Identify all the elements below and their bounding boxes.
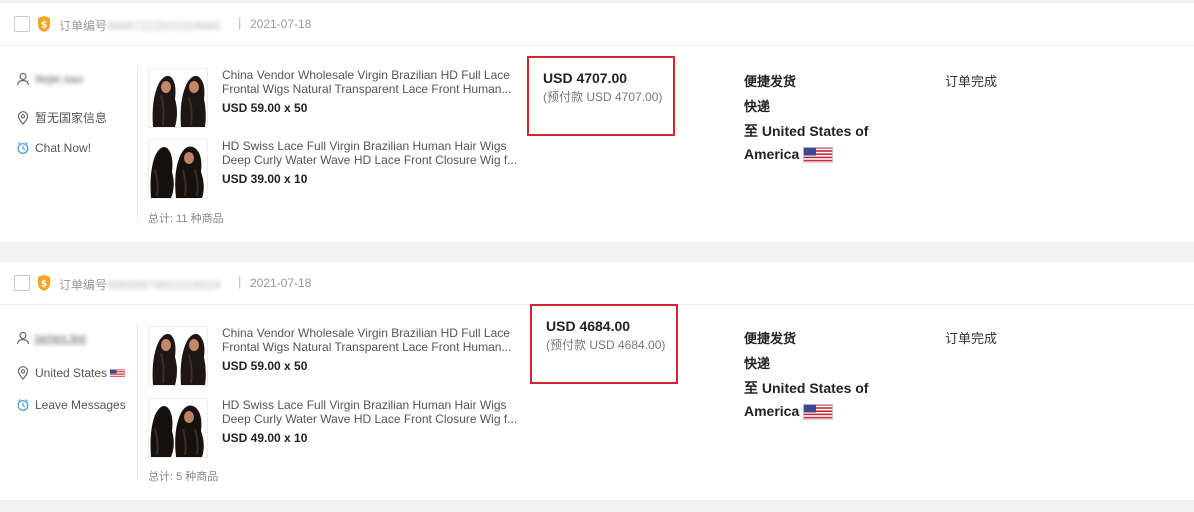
buyer-name-row[interactable]: james.lee (16, 331, 86, 345)
order-date: 2021-07-18 (250, 17, 312, 31)
order-number: 订单编号99689974601026024 (59, 278, 221, 292)
location-pin-icon (16, 366, 30, 380)
prepaid-amount: (预付款 USD 4707.00) (543, 90, 663, 104)
buyer-location-row: 暂无国家信息 (16, 109, 107, 126)
product-price: USD 39.00 x 10 (222, 172, 308, 186)
order-card: $ 订单编号99689974601026024 | 2021-07-18 jam… (0, 262, 1194, 500)
order-amount: USD 4684.00 (546, 318, 631, 334)
order-header: $ 订单编号99689974601026024 | 2021-07-18 (0, 262, 1194, 305)
buyer-info: james.lee United States Leave Messages (16, 306, 138, 500)
order-status: 订单完成 (945, 331, 998, 346)
buyer-name-row[interactable]: Itejie.sao (16, 72, 83, 86)
shipping-carrier: 快递 (744, 99, 771, 114)
buyer-location: 暂无国家信息 (35, 111, 108, 125)
svg-text:$: $ (41, 280, 47, 290)
buyer-location: United States (35, 366, 108, 380)
leave-messages-label[interactable]: Leave Messages (35, 398, 126, 412)
buyer-info: Itejie.sao 暂无国家信息 Chat Now! (16, 47, 138, 241)
message-icon (16, 398, 30, 412)
product-item: HD Swiss Lace Full Virgin Brazilian Huma… (148, 139, 528, 199)
buyer-name[interactable]: Itejie.sao (35, 72, 83, 86)
order-status: 订单完成 (945, 74, 998, 89)
gold-supplier-badge-icon: $ (38, 275, 50, 291)
product-title-link[interactable]: HD Swiss Lace Full Virgin Brazilian Huma… (222, 398, 526, 426)
order-amount-highlight: USD 4707.00 (预付款 USD 4707.00) (527, 56, 675, 136)
shipping-method: 便捷发货 (744, 331, 797, 346)
wig-photo-icon[interactable] (148, 68, 208, 128)
product-title-link[interactable]: China Vendor Wholesale Virgin Brazilian … (222, 68, 526, 96)
column-divider (137, 324, 138, 480)
product-item: China Vendor Wholesale Virgin Brazilian … (148, 326, 528, 386)
svg-text:$: $ (41, 21, 47, 31)
order-card: $ 订单编号99867222501024680 | 2021-07-18 Ite… (0, 3, 1194, 242)
shipping-method: 便捷发货 (744, 74, 797, 89)
leave-messages-link[interactable]: Leave Messages (16, 398, 126, 412)
shipping-destination: 至 United States of America (744, 380, 869, 421)
product-price: USD 59.00 x 50 (222, 359, 308, 373)
location-pin-icon (16, 110, 30, 125)
product-item: China Vendor Wholesale Virgin Brazilian … (148, 68, 528, 128)
product-title-link[interactable]: China Vendor Wholesale Virgin Brazilian … (222, 326, 526, 354)
gold-supplier-badge-icon: $ (38, 16, 50, 32)
header-divider: | (238, 274, 242, 289)
user-icon (16, 72, 30, 86)
order-header: $ 订单编号99867222501024680 | 2021-07-18 (0, 3, 1194, 46)
us-flag-icon (803, 147, 834, 164)
product-price: USD 59.00 x 50 (222, 101, 308, 115)
total-items: 总计: 5 种商品 (148, 471, 219, 483)
prepaid-amount: (预付款 USD 4684.00) (546, 338, 666, 352)
order-date: 2021-07-18 (250, 276, 312, 290)
order-number: 订单编号99867222501024680 (59, 19, 221, 33)
buyer-location-row: United States (16, 366, 126, 380)
user-icon (16, 331, 30, 345)
wig-photo-icon[interactable] (148, 326, 208, 386)
wig-photo-icon[interactable] (148, 139, 208, 199)
total-items: 总计: 11 种商品 (148, 213, 224, 225)
header-divider: | (238, 15, 242, 30)
shipping-destination: 至 United States of America (744, 123, 869, 164)
us-flag-icon (803, 404, 834, 421)
shipping-carrier: 快递 (744, 356, 771, 371)
product-item: HD Swiss Lace Full Virgin Brazilian Huma… (148, 398, 528, 458)
order-select-checkbox[interactable] (14, 16, 30, 32)
chat-now-link[interactable]: Chat Now! (16, 141, 91, 155)
column-divider (137, 65, 138, 221)
wig-photo-icon[interactable] (148, 398, 208, 458)
product-price: USD 49.00 x 10 (222, 431, 308, 445)
chat-icon (16, 141, 30, 155)
buyer-name[interactable]: james.lee (35, 331, 86, 345)
order-amount-highlight: USD 4684.00 (预付款 USD 4684.00) (530, 304, 678, 384)
us-flag-icon (110, 369, 126, 377)
chat-now-label[interactable]: Chat Now! (35, 141, 91, 155)
product-title-link[interactable]: HD Swiss Lace Full Virgin Brazilian Huma… (222, 139, 526, 167)
order-select-checkbox[interactable] (14, 275, 30, 291)
order-amount: USD 4707.00 (543, 70, 628, 86)
